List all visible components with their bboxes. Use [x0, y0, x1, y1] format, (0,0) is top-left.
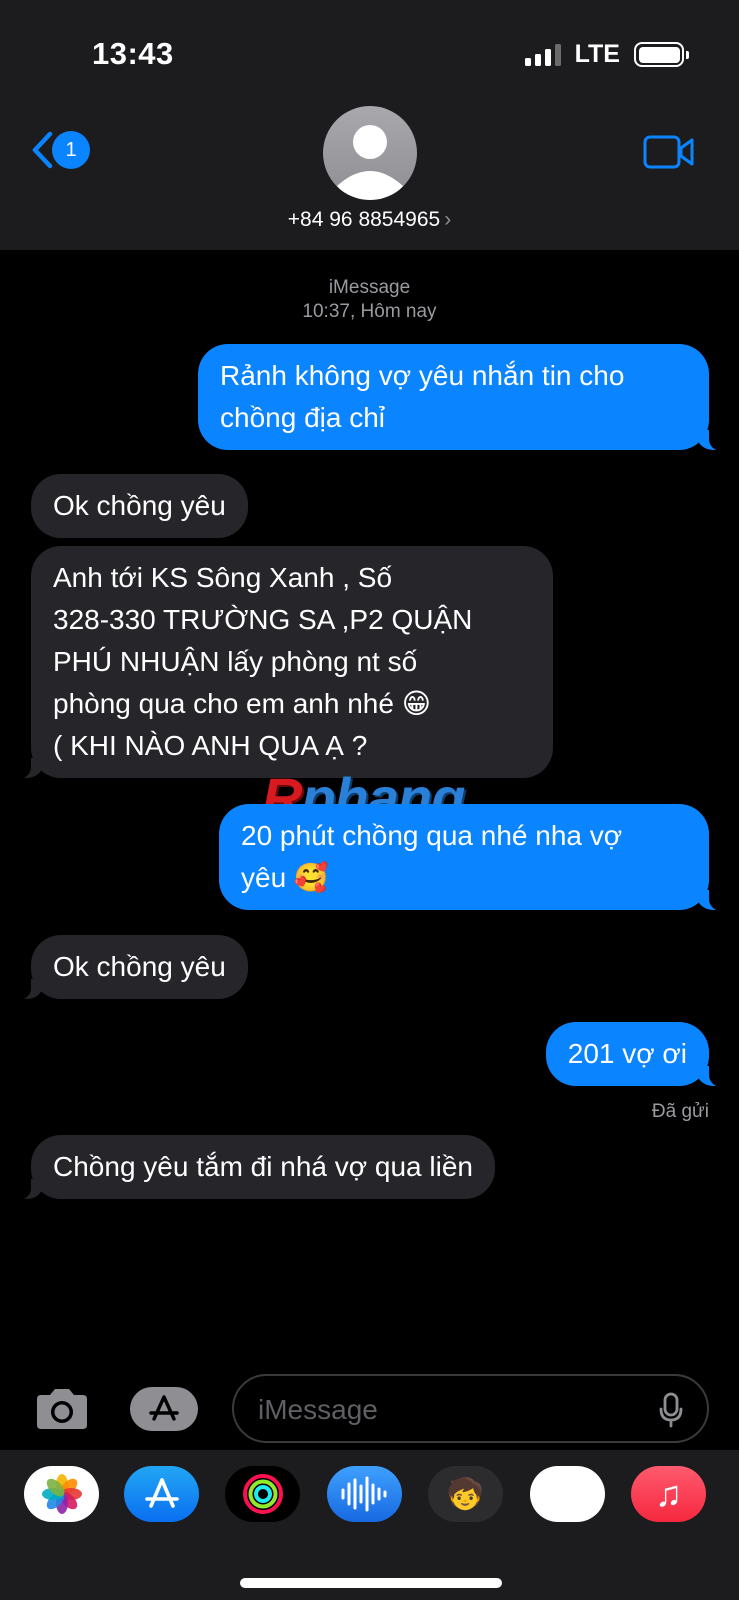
message-line: phòng qua cho em anh nhé 😁 — [53, 688, 431, 719]
message-line: Chồng yêu tắm đi nhá vợ qua liền — [53, 1151, 473, 1182]
message-service-label: iMessage 10:37, Hôm nay — [0, 276, 739, 324]
photos-app-icon — [41, 1474, 82, 1514]
message-bubble-sent[interactable]: 201 vợ ơi — [545, 1022, 730, 1087]
chevron-left-icon — [32, 131, 53, 169]
camera-button[interactable] — [33, 1387, 91, 1436]
delivery-status: Đã gửi — [651, 1101, 709, 1122]
message-timestamp: 10:37, Hôm nay — [302, 301, 437, 322]
contact-avatar[interactable] — [323, 106, 417, 200]
message-line: 20 phút chồng qua nhé nha vợ — [241, 820, 623, 851]
message-line: Rảnh không vợ yêu nhắn tin cho — [220, 360, 625, 391]
message-bubble-received[interactable]: Chồng yêu tắm đi nhá vợ qua liền — [11, 1135, 495, 1200]
unread-badge: 1 — [52, 131, 90, 169]
status-time: 13:43 — [92, 36, 174, 71]
home-indicator[interactable] — [240, 1578, 502, 1588]
composer-bar: iMessage — [0, 1373, 739, 1445]
audio-message-icon — [341, 1476, 386, 1512]
message-bubble-received[interactable]: Ok chồng yêu — [11, 935, 248, 1000]
message-bubble-sent[interactable]: 20 phút chồng qua nhé nha vợ yêu 🥰 — [219, 804, 729, 911]
message-line: ( KHI NÀO ANH QUA Ạ ? — [53, 730, 368, 761]
message-bubble-received[interactable]: Ok chồng yêu — [31, 474, 248, 538]
message-input-placeholder: iMessage — [258, 1394, 378, 1425]
app-store-app-button[interactable] — [124, 1466, 199, 1522]
message-bubble-sent[interactable]: Rảnh không vợ yêu nhắn tin cho chồng địa… — [198, 344, 729, 451]
back-button[interactable]: 1 — [30, 130, 90, 170]
status-indicators: LTE — [524, 40, 689, 69]
activity-app-button[interactable] — [225, 1466, 300, 1522]
dictation-button[interactable] — [659, 1392, 683, 1433]
service-label: iMessage — [328, 277, 411, 298]
app-drawer: 🧒 😍 ♫ — [0, 1450, 739, 1600]
message-line: 201 vợ ơi — [567, 1038, 687, 1069]
memoji-stickers-icon: 😍 — [551, 1477, 584, 1511]
contact-name[interactable]: +84 96 8854965 › — [0, 208, 739, 232]
message-line: Ok chồng yêu — [53, 951, 226, 982]
camera-icon — [37, 1389, 87, 1429]
memoji-app-button[interactable]: 🧒 — [428, 1466, 503, 1522]
audio-message-button[interactable] — [327, 1466, 402, 1522]
memoji-icon: 🧒 — [446, 1477, 485, 1511]
person-icon — [337, 125, 403, 200]
microphone-icon — [659, 1392, 683, 1428]
battery-icon — [634, 42, 689, 67]
contact-number: +84 96 8854965 — [287, 208, 441, 231]
message-line: PHÚ NHUẬN lấy phòng nt số — [53, 646, 418, 677]
message-line: 328-330 TRƯỜNG SA ,P2 QUẬN — [53, 604, 473, 635]
message-input[interactable]: iMessage — [232, 1374, 709, 1443]
chevron-right-icon: › — [444, 208, 452, 231]
app-store-button[interactable] — [130, 1387, 198, 1431]
signal-strength-icon — [524, 43, 561, 66]
message-line: Anh tới KS Sông Xanh , Số — [53, 562, 393, 593]
message-line: Ok chồng yêu — [53, 490, 226, 521]
network-type: LTE — [574, 40, 620, 68]
video-camera-icon — [643, 135, 694, 169]
music-app-icon: ♫ — [655, 1473, 682, 1514]
message-line: yêu 🥰 — [241, 862, 329, 893]
memoji-stickers-app-button[interactable]: 😍 — [530, 1466, 605, 1522]
music-app-button[interactable]: ♫ — [631, 1466, 706, 1522]
activity-icon — [242, 1474, 283, 1514]
conversation-header: 13:43 LTE 1 +84 96 8854965 › — [0, 0, 739, 250]
message-line: chồng địa chỉ — [220, 402, 386, 433]
facetime-video-button[interactable] — [643, 134, 695, 175]
message-bubble-received[interactable]: Anh tới KS Sông Xanh , Số 328-330 TRƯỜNG… — [11, 546, 553, 779]
photos-app-button[interactable] — [24, 1466, 99, 1522]
app-store-icon — [149, 1395, 179, 1421]
app-store-icon — [144, 1478, 179, 1508]
